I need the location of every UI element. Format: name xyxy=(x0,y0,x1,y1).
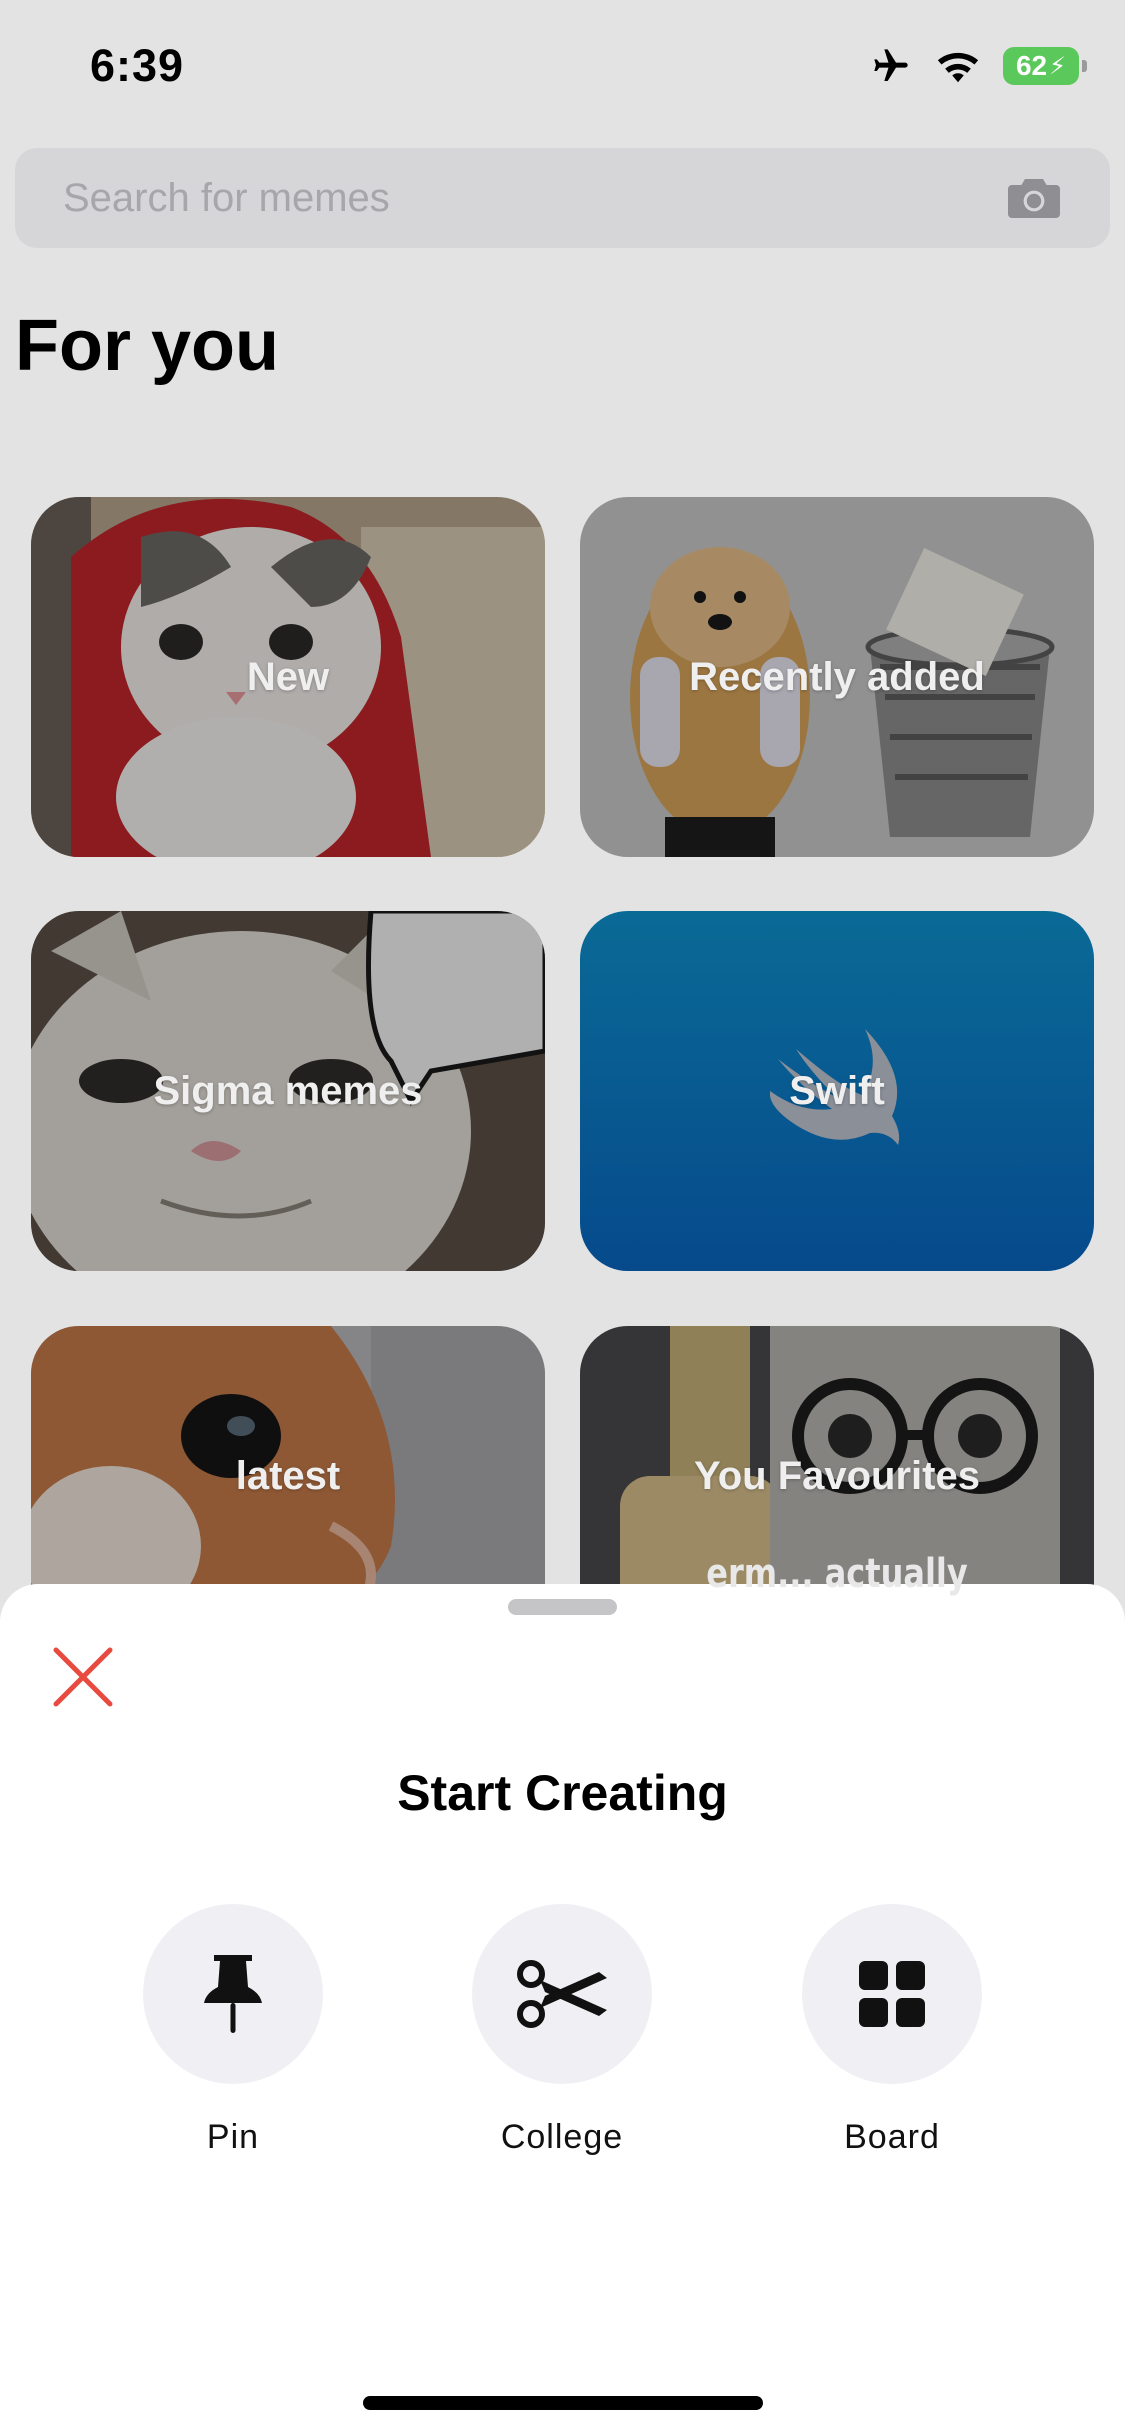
scissors-icon xyxy=(517,1960,607,2028)
category-card-sigma-memes[interactable]: Sigma memes xyxy=(31,911,545,1271)
category-card-swift[interactable]: Swift xyxy=(580,911,1094,1271)
category-card-you-favourites[interactable]: You Favourites erm... actually xyxy=(580,1326,1094,1626)
sheet-title: Start Creating xyxy=(397,1765,728,1821)
status-icons: 62 ⚡ xyxy=(869,46,1087,86)
status-bar: 6:39 62 ⚡ xyxy=(0,0,1125,140)
sheet-grabber[interactable] xyxy=(508,1599,617,1615)
camera-icon[interactable] xyxy=(1006,176,1062,220)
card-label: You Favourites xyxy=(694,1453,980,1498)
grid-icon xyxy=(859,1961,925,2027)
pushpin-icon xyxy=(204,1955,262,2033)
category-card-recently-added[interactable]: Recently added xyxy=(580,497,1094,857)
category-card-latest[interactable]: latest xyxy=(31,1326,545,1626)
pin-action-label: Pin xyxy=(206,2118,260,2156)
board-action-circle[interactable] xyxy=(802,1904,982,2084)
search-input[interactable] xyxy=(63,175,1006,221)
status-time: 6:39 xyxy=(90,40,185,91)
board-action-label: Board xyxy=(844,2118,940,2156)
category-card-new[interactable]: New xyxy=(31,497,545,857)
board-action-button[interactable]: Board xyxy=(802,1904,982,2157)
charging-bolt-icon: ⚡ xyxy=(1049,52,1066,80)
battery-level: 62 xyxy=(1015,50,1048,81)
start-creating-sheet: Start Creating Pin College Board xyxy=(0,1584,1125,2436)
card-label: New xyxy=(246,654,330,699)
college-action-label: College xyxy=(500,2118,624,2156)
home-indicator[interactable] xyxy=(363,2396,763,2410)
card-meme-caption: erm... actually xyxy=(706,1549,968,1597)
battery-indicator: 62 ⚡ xyxy=(1003,47,1087,85)
college-action-circle[interactable] xyxy=(472,1904,652,2084)
close-icon[interactable] xyxy=(50,1644,116,1710)
card-label: Recently added xyxy=(689,654,985,699)
pin-action-circle[interactable] xyxy=(143,1904,323,2084)
wifi-icon xyxy=(937,52,979,83)
airplane-icon xyxy=(874,49,908,81)
card-label: latest xyxy=(235,1453,341,1498)
card-label: Sigma memes xyxy=(153,1068,423,1113)
section-title: For you xyxy=(15,306,279,386)
pin-action-button[interactable]: Pin xyxy=(143,1904,323,2157)
search-bar xyxy=(15,148,1110,248)
college-action-button[interactable]: College xyxy=(472,1904,652,2157)
card-label: Swift xyxy=(789,1068,885,1113)
